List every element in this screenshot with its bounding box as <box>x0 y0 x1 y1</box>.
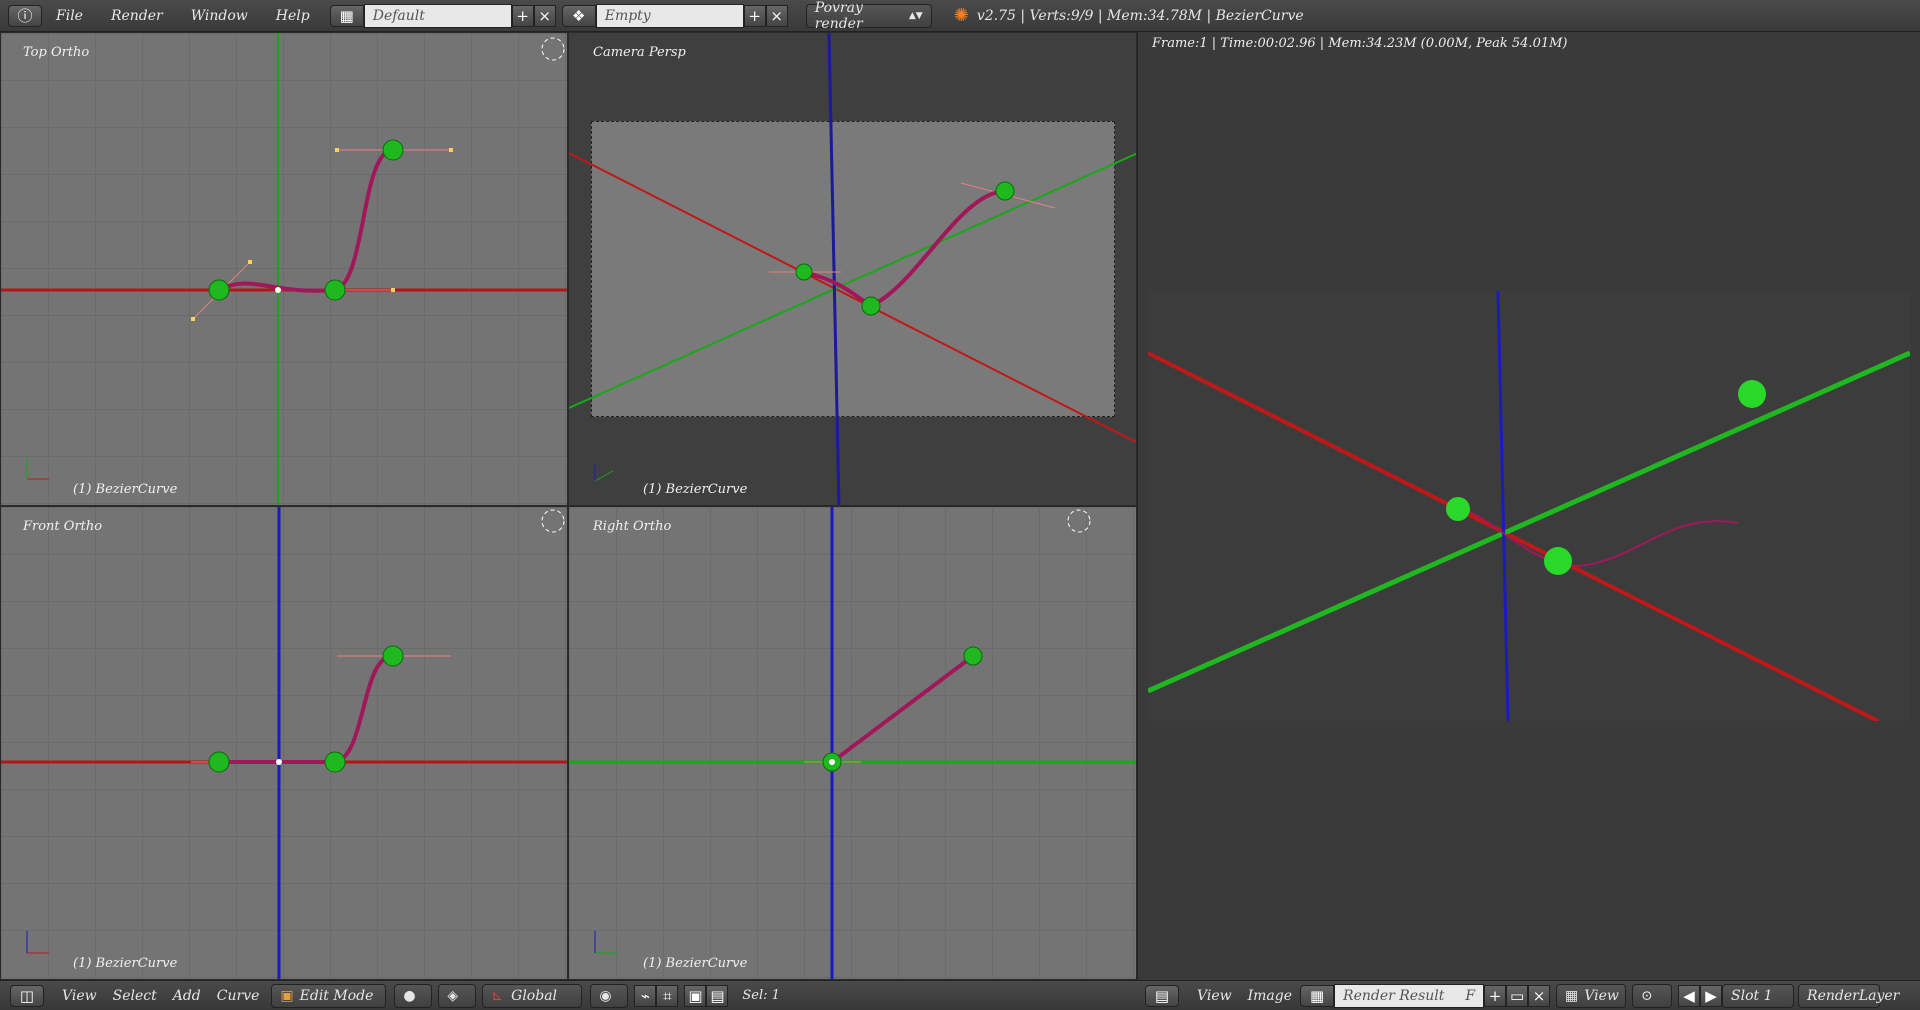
viewport-front-ortho[interactable]: Front Ortho (1) BezierCurve <box>0 506 568 980</box>
snap-element-icon[interactable]: ⌗ <box>656 984 679 1007</box>
add-scene-icon[interactable]: + <box>743 4 766 27</box>
frame-info: Frame:1 | Time:00:02.96 | Mem:34.23M (0.… <box>1152 36 1568 51</box>
menu-select[interactable]: Select <box>113 988 157 1004</box>
editor-type-icon[interactable]: ◫ <box>10 984 44 1007</box>
pivot-dropdown[interactable]: ◈ <box>438 983 477 1008</box>
pivot-dropdown[interactable]: ⊙ <box>1632 983 1673 1008</box>
blender-logo-icon: ✺ <box>953 5 969 26</box>
active-object-label: (1) BezierCurve <box>73 956 178 971</box>
camera-scene <box>569 33 1136 505</box>
menu-window[interactable]: Window <box>181 8 258 24</box>
add-screen-icon[interactable]: + <box>511 4 534 27</box>
top-scene <box>1 33 567 505</box>
orientation-label: Global <box>511 987 558 1004</box>
mode-dropdown[interactable]: ▣ Edit Mode <box>271 983 387 1008</box>
render-result-image <box>1148 291 1910 721</box>
image-editor[interactable]: Frame:1 | Time:00:02.96 | Mem:34.23M (0.… <box>1137 32 1920 980</box>
menu-view[interactable]: View <box>1197 988 1232 1004</box>
dropdown-arrow-icon: ▲▼ <box>908 10 923 21</box>
menu-render[interactable]: Render <box>101 8 173 24</box>
info-icon[interactable]: ⓘ <box>8 4 42 27</box>
view3d-header: ◫ View Select Add Curve ▣ Edit Mode ● ◈ … <box>0 980 1137 1010</box>
transform-orientation-dropdown[interactable]: ⊾ Global <box>482 983 583 1008</box>
shading-dropdown[interactable]: ● <box>394 983 433 1008</box>
image-name-field[interactable]: Render Result F <box>1334 983 1485 1008</box>
editor-type-icon[interactable]: ▤ <box>1145 984 1179 1007</box>
scene-field[interactable]: Empty <box>595 3 744 28</box>
prev-slot-icon[interactable]: ◀ <box>1678 984 1701 1007</box>
render-scene <box>1148 291 1910 721</box>
viewport-title: Camera Persp <box>593 45 686 60</box>
viewport-title: Top Ortho <box>23 45 90 60</box>
menu-curve[interactable]: Curve <box>217 988 260 1004</box>
menu-add[interactable]: Add <box>173 988 201 1004</box>
image-editor-header: ▤ View Image ▦ Render Result F + ▭ × ▦ V… <box>1137 980 1920 1010</box>
active-object-label: (1) BezierCurve <box>73 482 178 497</box>
view-mode-dropdown[interactable]: ▦ View <box>1556 983 1627 1008</box>
image-name: Render Result <box>1343 987 1445 1004</box>
viewport-right-ortho[interactable]: Right Ortho (1) BezierCurve <box>568 506 1137 980</box>
menu-help[interactable]: Help <box>266 8 320 24</box>
active-object-label: (1) BezierCurve <box>643 482 748 497</box>
slot-dropdown[interactable]: Slot 1 <box>1722 983 1795 1008</box>
viewport-camera-persp[interactable]: Camera Persp (1) BezierCurve <box>568 32 1137 506</box>
menu-view[interactable]: View <box>62 988 97 1004</box>
next-slot-icon[interactable]: ▶ <box>1700 984 1723 1007</box>
render-icon[interactable]: ▣ <box>684 984 707 1007</box>
delete-screen-icon[interactable]: × <box>533 4 556 27</box>
screen-layout-field[interactable]: Default <box>363 3 512 28</box>
image-browse-icon[interactable]: ▦ <box>1300 984 1335 1007</box>
mode-label: Edit Mode <box>299 987 374 1004</box>
render-layer-label: RenderLayer <box>1807 987 1900 1004</box>
render-engine-label: Povray render <box>814 0 863 32</box>
view-mode-icon: ▦ <box>1565 987 1579 1004</box>
render-engine-dropdown[interactable]: Povray render ▲▼ <box>805 0 932 32</box>
menu-image[interactable]: Image <box>1248 988 1292 1004</box>
delete-scene-icon[interactable]: × <box>765 4 788 27</box>
selection-count: Sel: 1 <box>742 988 780 1003</box>
info-header: ⓘ File Render Window Help ▦ Default + × … <box>0 0 1920 32</box>
viewport-title: Right Ortho <box>593 519 672 534</box>
menu-file[interactable]: File <box>46 8 93 24</box>
view-mode-label: View <box>1584 987 1619 1004</box>
manipulator-icon: ⊾ <box>491 987 504 1004</box>
render-layer-dropdown[interactable]: RenderLayer <box>1798 983 1899 1008</box>
viewport-top-ortho[interactable]: Top Ortho (1) BezierCurve <box>0 32 568 506</box>
snap-icon[interactable]: ⌁ <box>634 984 657 1007</box>
edit-mode-icon: ▣ <box>280 987 294 1004</box>
unlink-image-icon[interactable]: × <box>1528 984 1551 1007</box>
scene-icon[interactable]: ❖ <box>561 4 596 27</box>
scene-stats: v2.75 | Verts:9/9 | Mem:34.78M | BezierC… <box>976 7 1304 24</box>
active-object-label: (1) BezierCurve <box>643 956 748 971</box>
fake-user-toggle[interactable]: F <box>1465 988 1475 1004</box>
slot-label: Slot 1 <box>1731 987 1773 1004</box>
proportional-edit-dropdown[interactable]: ◉ <box>590 983 629 1008</box>
screen-layout-icon[interactable]: ▦ <box>329 4 364 27</box>
viewport-title: Front Ortho <box>23 519 103 534</box>
open-image-icon[interactable]: ▭ <box>1506 984 1529 1007</box>
right-scene <box>569 507 1136 979</box>
anim-render-icon[interactable]: ▤ <box>706 984 729 1007</box>
new-image-icon[interactable]: + <box>1484 984 1507 1007</box>
front-scene <box>1 507 567 979</box>
